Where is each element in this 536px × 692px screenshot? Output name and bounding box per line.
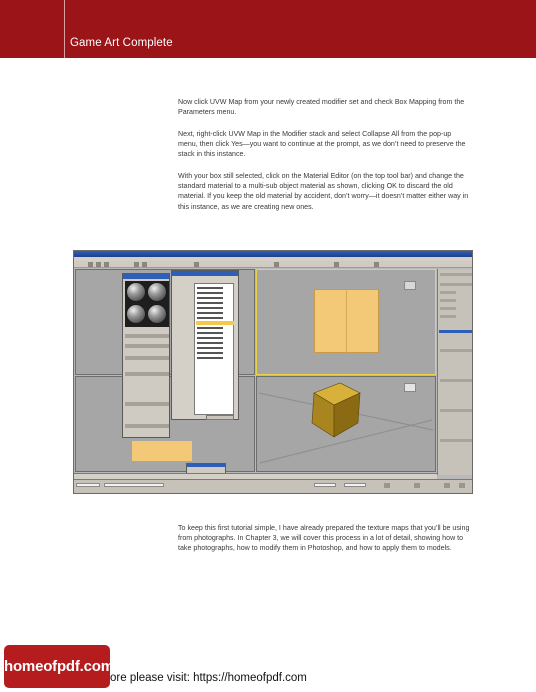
panel-row	[440, 315, 456, 318]
paragraph-material-editor: With your box still selected, click on t…	[178, 172, 469, 211]
material-editor-titlebar	[123, 274, 169, 279]
status-field	[314, 483, 336, 487]
toolbar-button	[134, 262, 139, 267]
toolbar-button	[142, 262, 147, 267]
panel-row	[440, 379, 472, 382]
list-item	[197, 292, 223, 294]
list-item	[197, 317, 223, 319]
sample-sphere	[126, 282, 146, 302]
list-item	[197, 327, 223, 329]
status-button	[414, 483, 420, 488]
header-divider	[64, 0, 65, 58]
list-item	[197, 307, 223, 309]
rollout	[125, 344, 169, 348]
toolbar-button	[88, 262, 93, 267]
list-item	[197, 297, 223, 299]
panel-row	[440, 439, 472, 442]
header-bar	[0, 0, 536, 58]
paragraph-uvw-map: Now click UVW Map from your newly create…	[178, 98, 465, 117]
panel-row	[440, 299, 456, 302]
list-item	[197, 302, 223, 304]
status-field	[344, 483, 366, 487]
list-item	[197, 352, 223, 354]
watermark-logo-text: homeofpdf.com	[4, 658, 114, 675]
panel-row	[440, 291, 456, 294]
status-button	[384, 483, 390, 488]
list-item	[197, 342, 223, 344]
watermark-link[interactable]: ore please visit: https://homeofpdf.com	[110, 672, 307, 684]
toolbar-button	[96, 262, 101, 267]
software-screenshot	[73, 250, 473, 494]
box-seam	[346, 289, 347, 353]
material-list	[194, 283, 234, 415]
toolbar-button	[194, 262, 199, 267]
rollout	[125, 402, 169, 406]
status-field	[76, 483, 100, 487]
toolbar-button	[274, 262, 279, 267]
panel-row	[440, 409, 472, 412]
toolbar-button	[374, 262, 379, 267]
rollout	[125, 372, 169, 376]
status-button	[459, 483, 465, 488]
toolbar-button	[334, 262, 339, 267]
command-panel	[437, 269, 472, 475]
toolbar-button	[104, 262, 109, 267]
material-browser-titlebar	[172, 271, 238, 276]
material-editor-window	[122, 273, 170, 438]
list-item	[197, 337, 223, 339]
book-title: Game Art Complete	[70, 37, 173, 49]
modifier-stack-selection	[439, 330, 472, 333]
panel-row	[440, 283, 472, 286]
viewcube-icon	[404, 383, 416, 392]
list-item	[197, 287, 223, 289]
paragraph-texture-maps: To keep this first tutorial simple, I ha…	[178, 524, 470, 553]
status-field	[104, 483, 164, 487]
rollout	[125, 334, 169, 338]
small-dialog-titlebar	[187, 464, 225, 467]
status-button	[444, 483, 450, 488]
rollout	[125, 424, 169, 428]
sample-sphere	[147, 282, 167, 302]
sample-sphere	[147, 304, 167, 324]
viewcube-icon	[404, 281, 416, 290]
status-bar	[74, 479, 472, 493]
textured-cube	[311, 382, 361, 438]
box-top-view	[132, 441, 192, 461]
panel-row	[440, 349, 472, 352]
sample-sphere	[126, 304, 146, 324]
cancel-button	[206, 415, 234, 420]
list-item	[197, 332, 223, 334]
paragraph-collapse-all: Next, right-click UVW Map in the Modifie…	[178, 130, 466, 159]
panel-row	[440, 307, 456, 310]
selected-list-item	[196, 321, 234, 325]
rollout	[125, 356, 169, 360]
list-item	[197, 312, 223, 314]
list-item	[197, 347, 223, 349]
material-browser-window	[171, 270, 239, 420]
list-item	[197, 357, 223, 359]
watermark-logo[interactable]: homeofpdf.com	[4, 645, 114, 688]
panel-row	[440, 273, 472, 276]
